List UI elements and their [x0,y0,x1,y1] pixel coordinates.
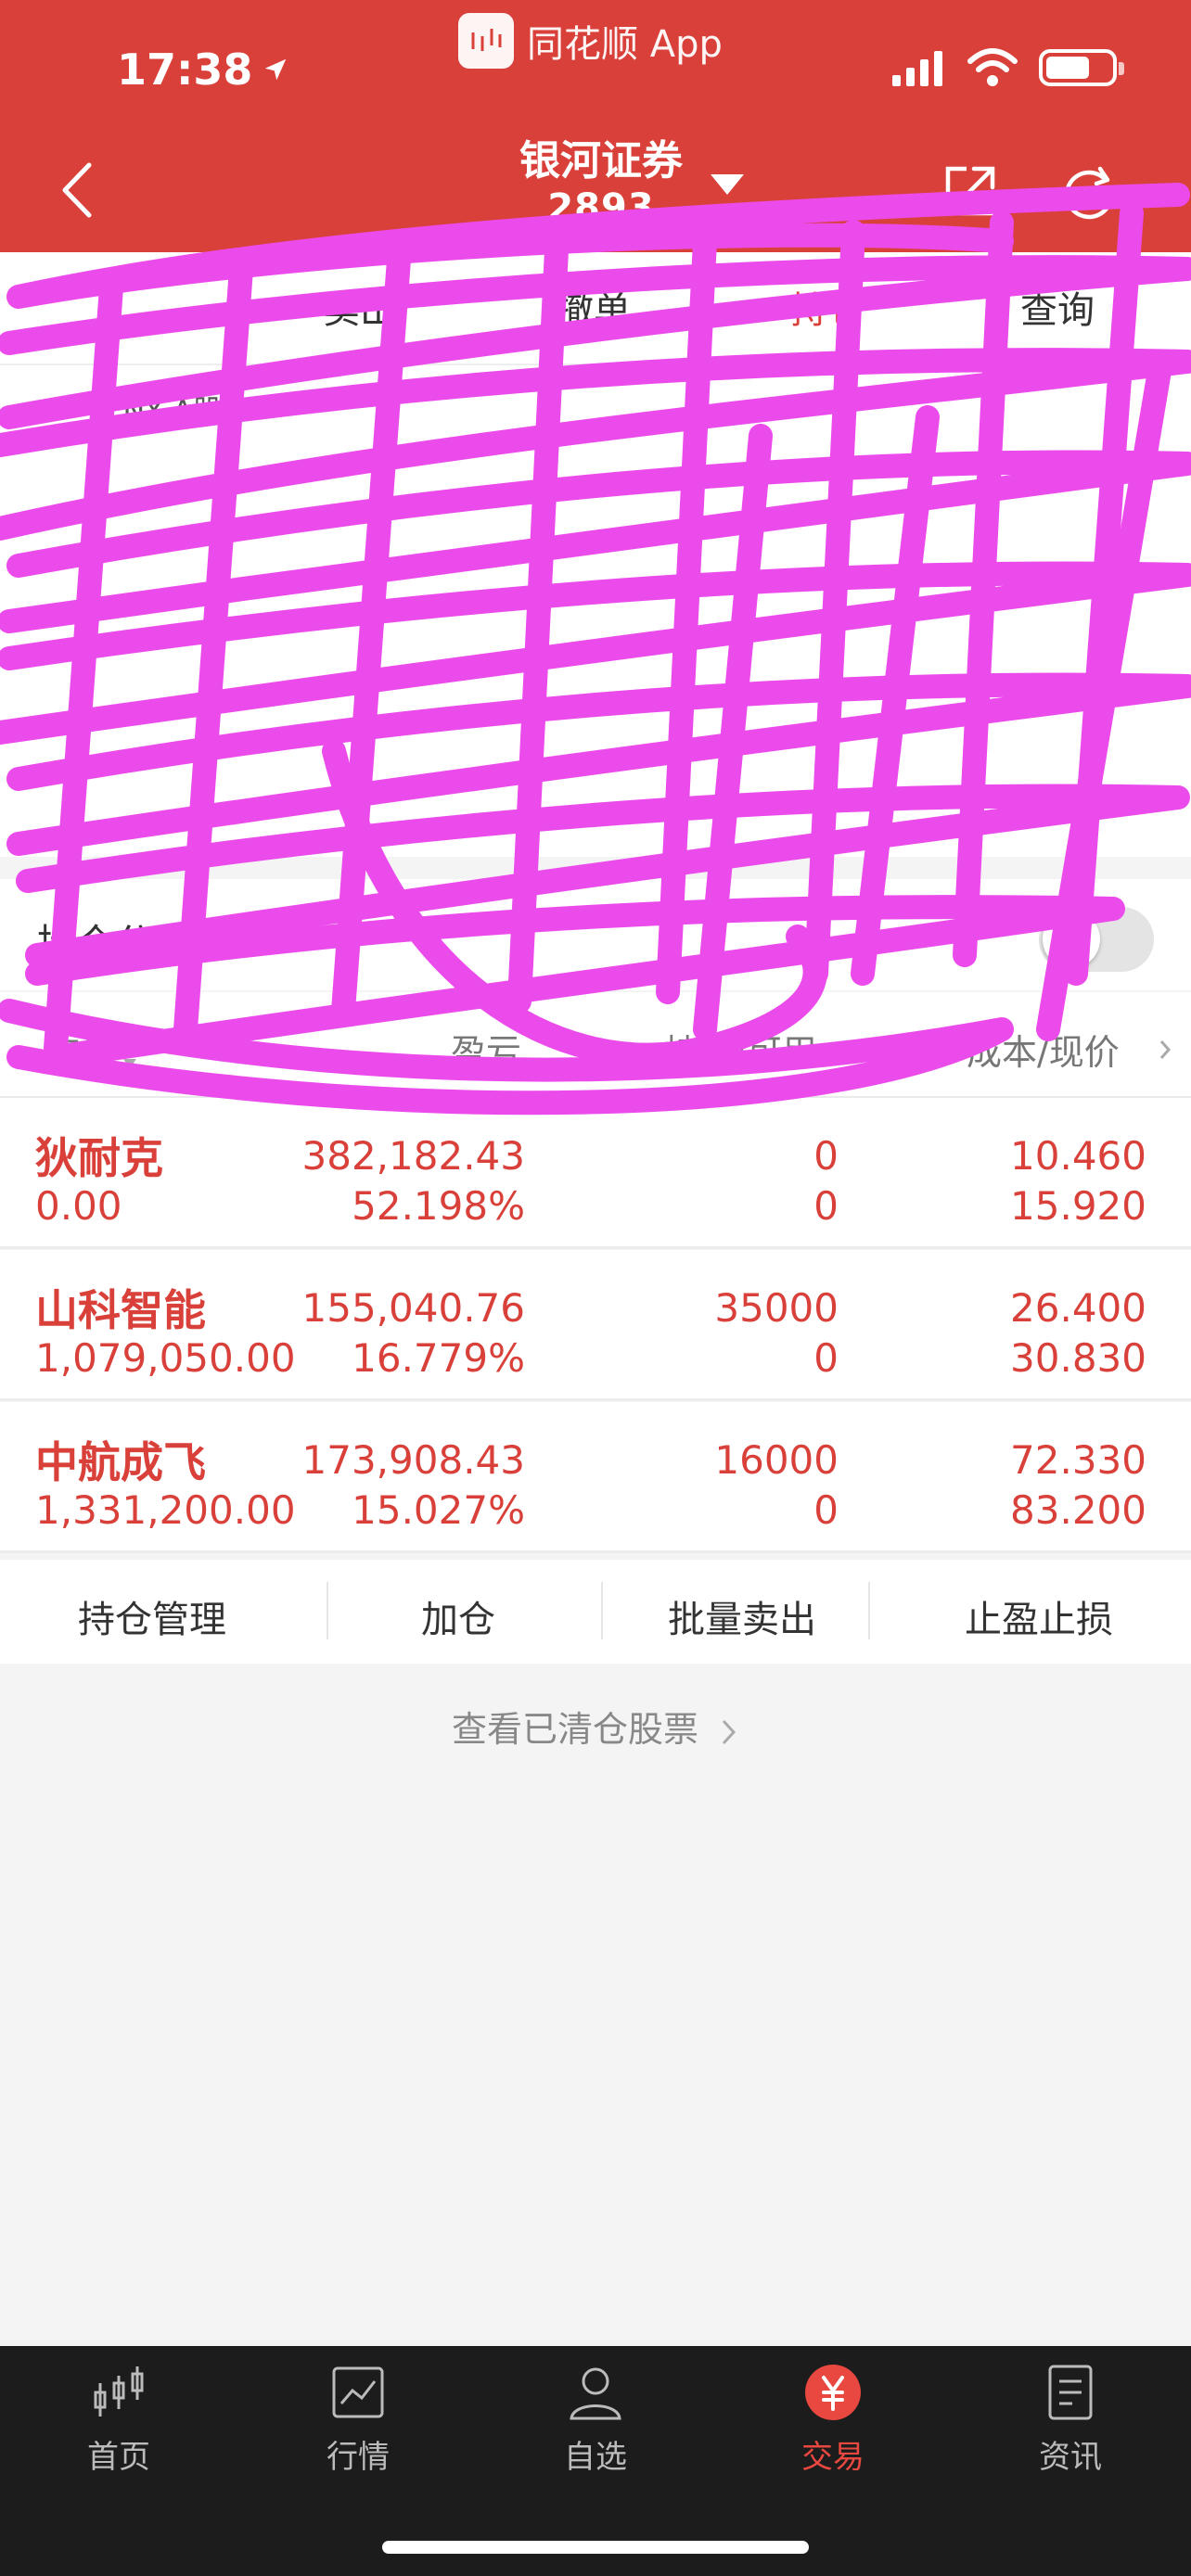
add-position-button[interactable]: 加仓 [421,1589,495,1643]
pnl-amount: 382,182.43 [301,1133,525,1179]
broker-account-selector[interactable]: 银河证券 2893 [519,137,683,229]
location-arrow-icon [265,58,287,81]
divider [868,1582,870,1639]
cleared-link-label: 查看已清仓股票 [451,1709,698,1750]
broker-name: 银河证券 [519,137,683,185]
position-qty: 16000 [714,1437,839,1483]
share-external-icon[interactable] [941,161,1000,221]
tab-sell[interactable]: 卖出 [323,280,397,334]
manage-positions-button[interactable]: 持仓管理 [78,1589,226,1643]
market-value: 0.00 [35,1183,122,1229]
column-cost-price[interactable]: 成本/现价 [967,1024,1120,1075]
home-indicator[interactable] [382,2541,809,2554]
asset-summary-card: CNY A股 [0,365,1191,857]
toggle-label: 持仓分时 [37,921,194,966]
clock-text: 17:38 [117,45,253,95]
positions-table-header: 市值 盈亏 持仓/可用 成本/现价 [0,992,1191,1098]
position-timeshare-toggle[interactable] [1039,907,1154,972]
back-to-app-indicator[interactable]: 同花顺 App [458,13,723,69]
yuan-icon [805,2365,861,2420]
app-header: 17:38 同花顺 App 银河证券 2893 [0,0,1191,252]
battery-icon [1039,49,1124,86]
cost-price: 26.400 [1010,1285,1146,1331]
available-qty: 0 [813,1183,839,1229]
tab-cancel[interactable]: 撤单 [557,280,631,334]
position-qty: 35000 [714,1285,839,1331]
status-time: 17:38 [117,45,289,95]
currency-label: CNY A股 [102,393,223,428]
nav-trade[interactable]: 交易 [759,2363,907,2477]
cost-price: 10.460 [1010,1133,1146,1179]
market-value: 1,079,050.00 [35,1335,296,1381]
trade-tabs: 卖出 撤单 持仓 查询 [0,252,1191,365]
nav-watchlist[interactable]: 自选 [521,2363,670,2477]
signal-icon [892,51,942,86]
pnl-percent: 16.779% [352,1335,525,1381]
refresh-icon[interactable] [1059,161,1119,221]
status-icons [890,48,1124,87]
column-pnl: 盈亏 [451,1032,522,1073]
pnl-percent: 52.198% [352,1183,525,1229]
stock-name: 山科智能 [35,1285,206,1335]
market-value: 1,331,200.00 [35,1487,296,1533]
pnl-amount: 173,908.43 [301,1437,525,1483]
chart-icon [332,2366,384,2418]
nav-news[interactable]: 资讯 [996,2363,1145,2477]
tab-positions[interactable]: 持仓 [790,280,864,334]
column-position: 持仓/可用 [664,1032,817,1073]
news-icon [1048,2365,1093,2420]
view-cleared-stocks-link[interactable]: 查看已清仓股票 [0,1701,1191,1752]
nav-home[interactable]: 首页 [45,2363,193,2477]
wifi-icon [967,48,1018,86]
table-row[interactable]: 中航成飞 1,331,200.00 173,908.43 15.027% 160… [0,1402,1191,1553]
current-price: 83.200 [1010,1487,1146,1533]
position-actions-bar: 持仓管理 加仓 批量卖出 止盈止损 [0,1560,1191,1664]
table-row[interactable]: 狄耐克 0.00 382,182.43 52.198% 0 0 10.460 1… [0,1098,1191,1249]
table-row[interactable]: 山科智能 1,079,050.00 155,040.76 16.779% 350… [0,1250,1191,1401]
available-qty: 0 [813,1487,839,1533]
current-price: 30.830 [1010,1335,1146,1381]
back-chevron-icon[interactable] [56,158,100,223]
pnl-amount: 155,040.76 [301,1285,525,1331]
person-icon [570,2367,621,2420]
chevron-right-icon[interactable] [1158,1039,1172,1061]
stock-name: 狄耐克 [35,1133,163,1183]
available-qty: 0 [813,1335,839,1381]
position-timeshare-row: 持仓分时 [0,879,1191,990]
position-qty: 0 [813,1133,839,1179]
sort-icon[interactable] [121,1037,139,1074]
app-logo-icon [458,13,514,69]
cost-price: 72.330 [1010,1437,1146,1483]
candlestick-icon [94,2366,144,2417]
nav-market[interactable]: 行情 [284,2363,432,2477]
batch-sell-button[interactable]: 批量卖出 [668,1589,816,1643]
current-price: 15.920 [1010,1183,1146,1229]
pnl-percent: 15.027% [352,1487,525,1533]
stock-name: 中航成飞 [35,1437,206,1487]
app-name: 同花顺 App [527,23,723,66]
divider [327,1582,328,1639]
take-profit-stop-loss-button[interactable]: 止盈止损 [965,1589,1113,1643]
chevron-right-icon [722,1719,736,1744]
account-number: 2893 [547,186,655,229]
dropdown-caret-icon[interactable] [711,174,744,195]
tab-query[interactable]: 查询 [1020,280,1095,334]
column-market-value[interactable]: 市值 [45,1024,139,1075]
divider [601,1582,603,1639]
